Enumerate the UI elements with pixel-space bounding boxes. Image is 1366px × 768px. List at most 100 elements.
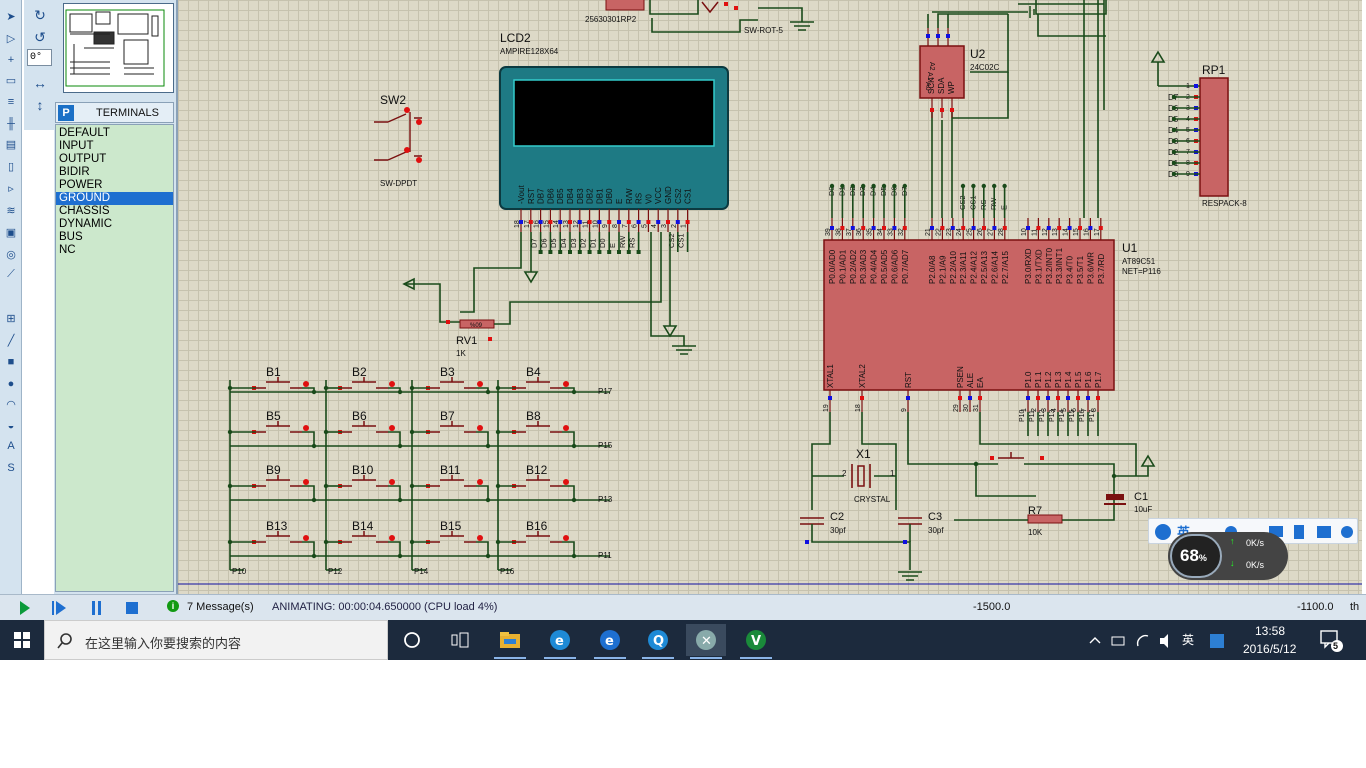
wire xyxy=(388,485,401,500)
terminal-item[interactable]: OUTPUT xyxy=(56,153,173,166)
component-crystal[interactable] xyxy=(857,465,865,487)
start-button[interactable] xyxy=(0,620,44,660)
junction-dot xyxy=(1002,183,1007,189)
mcu-net-label: P10 xyxy=(1019,409,1026,422)
text-icon[interactable]: A xyxy=(2,438,20,454)
symbol-icon[interactable]: S xyxy=(2,460,20,476)
arc-icon[interactable]: ◠ xyxy=(2,396,20,412)
notification-icon[interactable] xyxy=(1320,630,1344,652)
keil-uvision-icon[interactable]: V xyxy=(736,624,776,659)
junction-dot xyxy=(311,553,317,559)
qq-icon[interactable] xyxy=(1210,634,1224,648)
proteus-isis-icon[interactable]: ✕ xyxy=(686,624,726,659)
stop-icon[interactable] xyxy=(126,602,138,614)
task-view-icon[interactable] xyxy=(440,624,480,656)
component-c1[interactable] xyxy=(1106,494,1124,500)
terminal-item[interactable]: CHASSIS xyxy=(56,205,173,218)
network-speed-widget[interactable]: 68% 0K/s 0K/s ↑ ↓ xyxy=(1168,532,1288,580)
junction-dot xyxy=(485,389,491,395)
button-ref: B5 xyxy=(266,409,281,423)
mirror-x-icon[interactable]: ↔ xyxy=(29,74,51,92)
voltage-probe-icon[interactable]: ⟋ xyxy=(2,266,20,282)
generator-icon[interactable]: ◎ xyxy=(2,246,20,262)
terminal-item[interactable]: BIDIR xyxy=(56,166,173,179)
battery-icon[interactable] xyxy=(1111,636,1125,646)
line-icon[interactable]: ╱ xyxy=(2,332,20,348)
taskbar-search[interactable]: 在这里输入你要搜索的内容 xyxy=(44,620,388,660)
wire xyxy=(302,431,315,446)
rotate-cw-icon[interactable]: ↻ xyxy=(29,6,51,24)
component-reset-button[interactable] xyxy=(998,452,1024,459)
component-rpack[interactable] xyxy=(1199,77,1229,197)
lcd-pin-label: DB4 xyxy=(566,188,575,204)
cortana-icon[interactable] xyxy=(392,624,432,656)
schematic-drawing[interactable]: 25630301RP2 SW-ROT-5 LCD2 AMPIRE128X64 -Vout… xyxy=(178,0,1362,594)
graph-mode-icon[interactable]: ≋ xyxy=(2,202,20,218)
virtual-instrument-icon[interactable]: ⊞ xyxy=(2,310,20,326)
device-pin-icon[interactable]: ▹ xyxy=(2,180,20,196)
mcu-pin-label: P0.0/AD0 xyxy=(828,249,837,284)
clock-date[interactable]: 2016/5/12 xyxy=(1243,642,1296,656)
button-ref: B3 xyxy=(440,365,455,379)
tape-recorder-icon[interactable]: ▣ xyxy=(2,224,20,240)
schematic-canvas[interactable]: 25630301RP2 SW-ROT-5 LCD2 AMPIRE128X64 -Vout… xyxy=(176,0,1362,594)
pin-marker-blue xyxy=(558,220,563,224)
junction-dot-icon[interactable]: + xyxy=(2,52,20,68)
terminal-item[interactable]: POWER xyxy=(56,179,173,192)
c3-value: 30pf xyxy=(928,526,944,535)
mcu-pin-label: P3.6/WR xyxy=(1086,252,1095,284)
message-count[interactable]: 7 Message(s) xyxy=(187,601,254,613)
running-indicator xyxy=(494,657,526,659)
terminals-list[interactable]: DEFAULT INPUT OUTPUT BIDIR POWER GROUND CHASSI… xyxy=(55,124,174,592)
pin-marker-red xyxy=(404,147,410,153)
wifi-icon[interactable] xyxy=(1136,634,1149,647)
file-explorer-icon[interactable] xyxy=(490,624,530,659)
pick-devices-button[interactable]: P xyxy=(58,105,74,121)
mirror-y-icon[interactable]: ↕ xyxy=(29,96,51,114)
path-icon[interactable]: ◒ xyxy=(2,418,20,434)
terminal-item[interactable]: DEFAULT xyxy=(56,127,173,140)
circle-icon[interactable]: ● xyxy=(2,376,20,392)
text-script-icon[interactable]: ≡ xyxy=(2,94,20,110)
junction-dot xyxy=(597,250,602,254)
volume-icon[interactable] xyxy=(1160,634,1168,648)
running-indicator xyxy=(594,657,626,659)
pin-marker-red xyxy=(1036,396,1040,400)
tray-ime[interactable]: 英 xyxy=(1182,631,1194,648)
terminal-item[interactable]: GROUND xyxy=(56,192,173,205)
mcu-pin-label: P1.5 xyxy=(1074,371,1083,388)
ie-browser-icon[interactable]: e xyxy=(540,624,580,659)
quicktime-icon[interactable]: Q xyxy=(638,624,678,659)
terminal-item[interactable]: INPUT xyxy=(56,140,173,153)
rotate-ccw-icon[interactable]: ↺ xyxy=(29,28,51,46)
pin-marker-blue xyxy=(577,220,582,224)
junction-dot xyxy=(973,461,979,467)
pause-icon[interactable] xyxy=(92,601,101,615)
r7-value: 10K xyxy=(1028,528,1043,537)
overview-window[interactable] xyxy=(63,3,174,93)
terminal-mode-icon[interactable]: ▯ xyxy=(2,158,20,174)
button-ref: B15 xyxy=(440,519,462,533)
play-icon[interactable] xyxy=(20,601,30,615)
subcircuit-icon[interactable]: ▤ xyxy=(2,136,20,152)
junction-dot xyxy=(829,183,835,189)
clock-time[interactable]: 13:58 xyxy=(1255,624,1285,638)
terminal-item[interactable]: BUS xyxy=(56,231,173,244)
terminal-item[interactable]: NC xyxy=(56,244,173,257)
col-net-label: P14 xyxy=(414,567,429,576)
terminal-item[interactable]: DYNAMIC xyxy=(56,218,173,231)
pin-marker-red xyxy=(666,220,670,224)
component-sw-rot[interactable] xyxy=(701,1,719,14)
component-sw2[interactable] xyxy=(374,112,422,161)
selection-mode-icon[interactable]: ➤ xyxy=(2,8,20,24)
tray-chevron-icon[interactable] xyxy=(1089,637,1101,644)
component-mode-icon[interactable]: ▷ xyxy=(2,30,20,46)
wire-label-icon[interactable]: ▭ xyxy=(2,72,20,88)
step-icon[interactable] xyxy=(52,601,66,615)
rotation-angle-field[interactable]: 0° xyxy=(27,49,52,66)
edge-browser-icon[interactable]: e xyxy=(590,624,630,659)
box-icon[interactable]: ■ xyxy=(2,354,20,370)
component-rp2[interactable] xyxy=(605,0,645,11)
pin-marker-red xyxy=(860,396,864,400)
bus-icon[interactable]: ╫ xyxy=(2,116,20,132)
